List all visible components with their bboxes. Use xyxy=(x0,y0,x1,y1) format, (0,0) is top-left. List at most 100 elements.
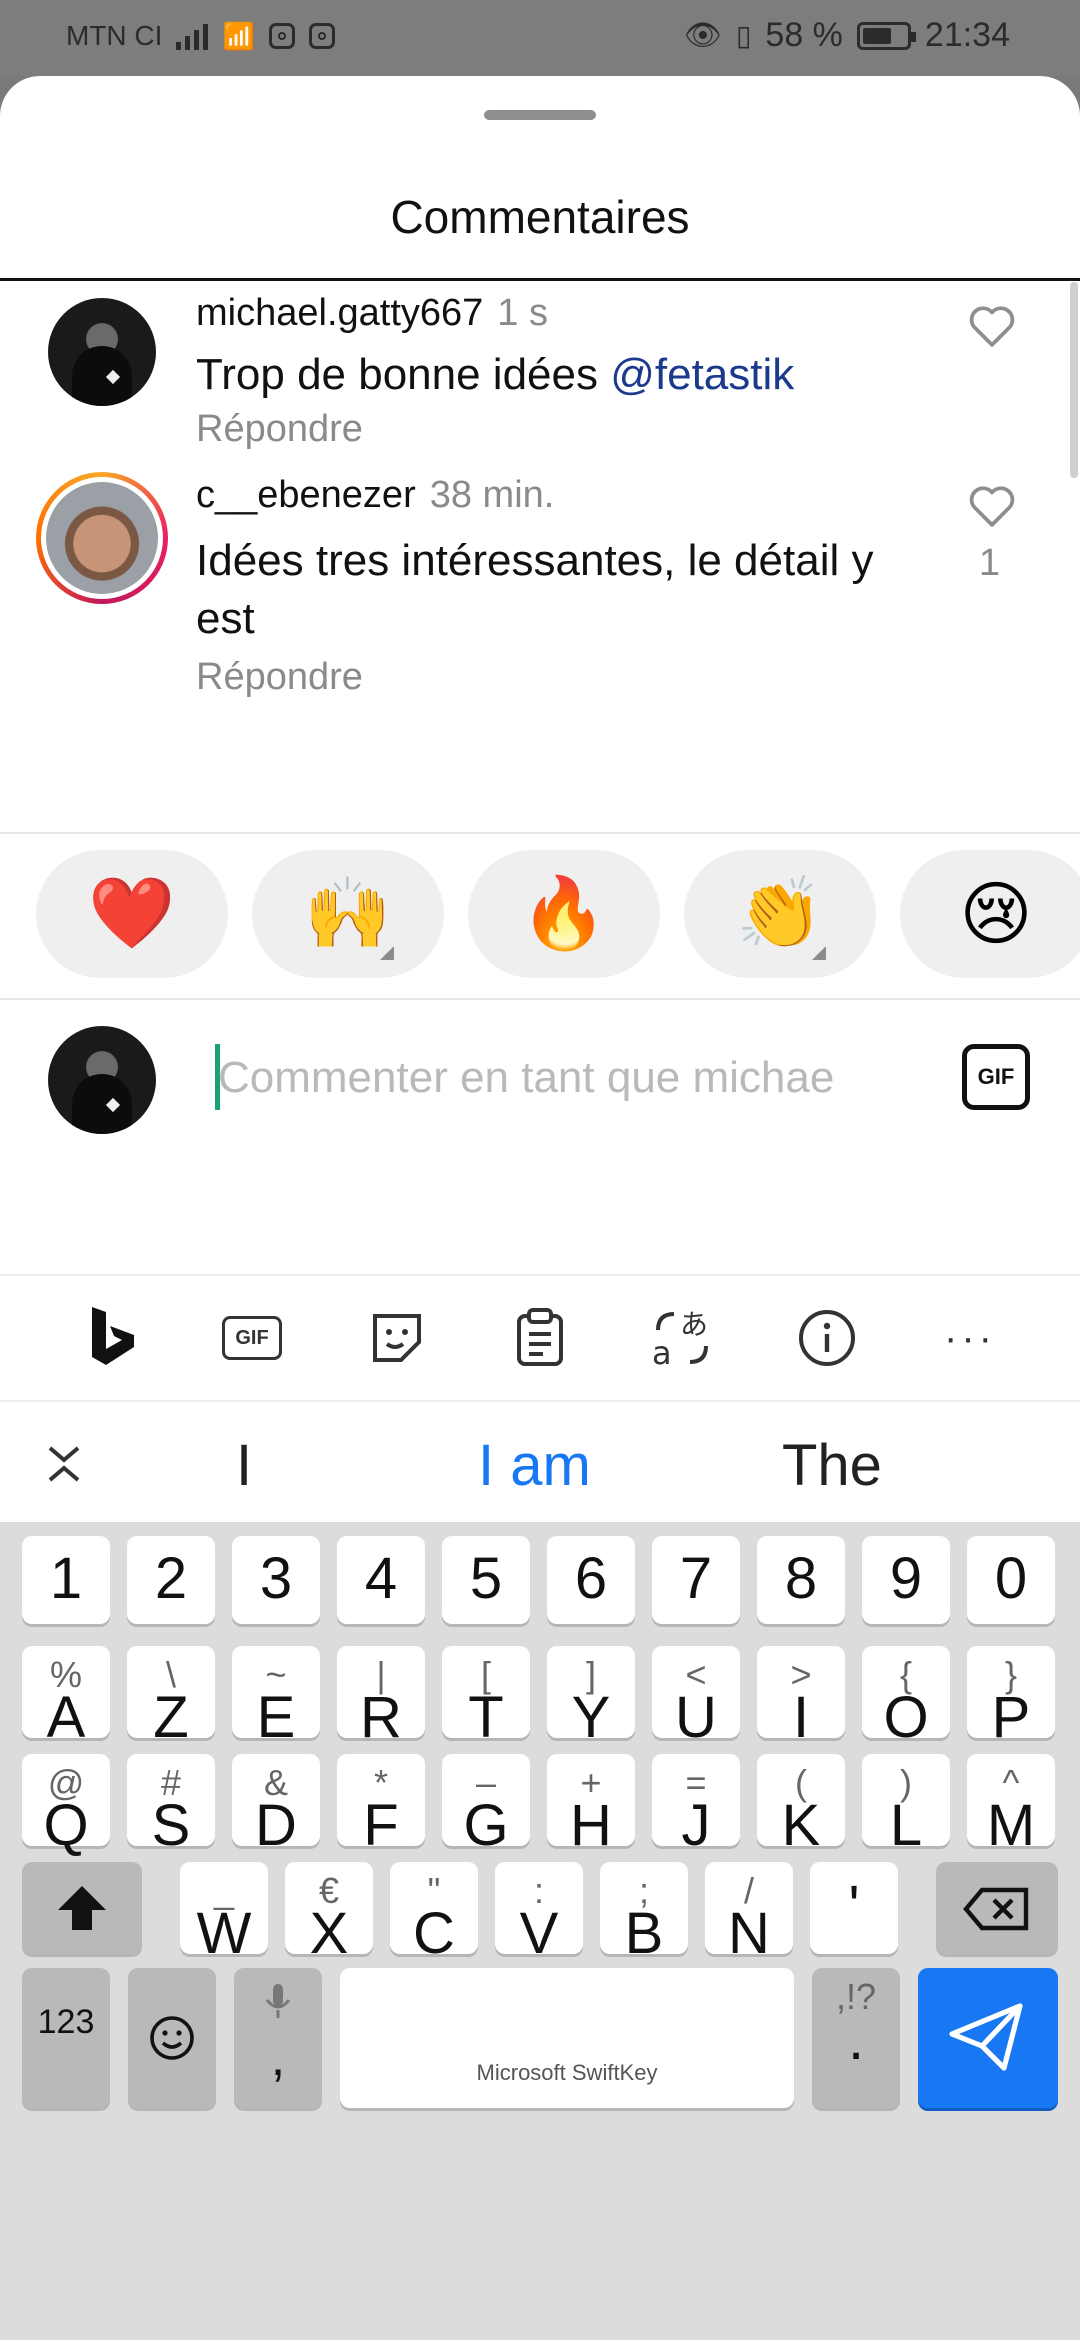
avatar[interactable] xyxy=(36,472,168,604)
comment-username[interactable]: michael.gatty667 xyxy=(196,292,483,334)
comment-username[interactable]: c__ebenezer xyxy=(196,474,416,516)
gif-button[interactable]: GIF xyxy=(962,1044,1030,1110)
key-label: 7 xyxy=(679,1546,713,1611)
key-s[interactable]: # S xyxy=(127,1754,215,1858)
key-label: , xyxy=(270,2029,286,2087)
mention-link[interactable]: @fetastik xyxy=(610,350,794,399)
key-v[interactable]: :V xyxy=(495,1862,583,1966)
key-apostrophe[interactable]: ' xyxy=(810,1862,898,1954)
reaction-cry[interactable]: 😢 xyxy=(900,850,1080,978)
key-label: V xyxy=(519,1901,559,1966)
like-count: 1 xyxy=(978,542,1000,584)
space-bar[interactable]: Microsoft SwiftKey xyxy=(340,1968,794,2108)
key-m[interactable]: ^ M xyxy=(967,1754,1055,1858)
key-5[interactable]: 5 xyxy=(442,1536,530,1624)
reaction-heart[interactable]: ❤️ xyxy=(36,850,228,978)
comment-time: 38 min. xyxy=(429,474,555,516)
key-q[interactable]: @ Q xyxy=(22,1754,110,1858)
key-g[interactable]: – G xyxy=(442,1754,530,1858)
key-p[interactable]: } P xyxy=(967,1646,1055,1750)
key-a[interactable]: % A xyxy=(22,1646,110,1750)
comments-sheet: Commentaires michael.gatty667 1 s Trop de… xyxy=(0,76,1080,1274)
reaction-fire[interactable]: 🔥 xyxy=(468,850,660,978)
suggestion-left[interactable]: I xyxy=(236,1432,252,1499)
clipboard-icon[interactable] xyxy=(508,1306,572,1370)
key-r[interactable]: | R xyxy=(337,1646,425,1750)
comma-key[interactable]: , xyxy=(234,1968,322,2108)
send-key[interactable] xyxy=(918,1968,1058,2108)
instagram-icon xyxy=(308,23,335,49)
divider xyxy=(0,278,1080,281)
key-6[interactable]: 6 xyxy=(547,1536,635,1624)
key-label: ' xyxy=(848,1874,860,1939)
key-o[interactable]: {O xyxy=(862,1646,950,1750)
comment-time: 1 s xyxy=(497,292,548,334)
svg-text:a: a xyxy=(652,1334,672,1370)
key-2[interactable]: 2 xyxy=(127,1536,215,1624)
backspace-key[interactable] xyxy=(936,1862,1058,1954)
key-d[interactable]: & D xyxy=(232,1754,320,1858)
send-icon xyxy=(949,2003,1023,2071)
key-l[interactable]: ) L xyxy=(862,1754,950,1858)
avatar[interactable] xyxy=(48,298,156,406)
shift-icon xyxy=(58,1886,106,1930)
key-4[interactable]: 4 xyxy=(337,1536,425,1624)
drag-handle[interactable] xyxy=(484,110,596,120)
comment-input[interactable] xyxy=(218,1048,918,1108)
collapse-icon[interactable] xyxy=(46,1444,82,1484)
key-0[interactable]: 0 xyxy=(967,1536,1055,1624)
vibrate-icon: ▯ xyxy=(735,20,752,51)
key-w[interactable]: _ W xyxy=(180,1862,268,1966)
key-t[interactable]: [T xyxy=(442,1646,530,1750)
emoji-key[interactable] xyxy=(128,1968,216,2108)
key-z[interactable]: \ Z xyxy=(127,1646,215,1750)
info-icon[interactable] xyxy=(795,1306,859,1370)
key-f[interactable]: * F xyxy=(337,1754,425,1858)
heart-icon[interactable] xyxy=(966,482,1018,528)
scrollbar[interactable] xyxy=(1070,282,1078,478)
reply-button[interactable]: Répondre xyxy=(196,656,363,699)
key-label: S xyxy=(151,1793,191,1858)
key-u[interactable]: < U xyxy=(652,1646,740,1750)
signal-icon xyxy=(176,22,209,50)
key-label: 1 xyxy=(49,1546,83,1611)
key-y[interactable]: ] Y xyxy=(547,1646,635,1750)
more-icon[interactable]: ··· xyxy=(938,1306,1002,1370)
bing-icon[interactable] xyxy=(80,1306,144,1370)
reaction-raised-hands[interactable]: 🙌 xyxy=(252,850,444,978)
reaction-clap[interactable]: 👏 xyxy=(684,850,876,978)
suggestion-center[interactable]: I am xyxy=(478,1432,591,1499)
numbers-key[interactable]: 123 xyxy=(22,1968,110,2108)
key-9[interactable]: 9 xyxy=(862,1536,950,1624)
key-label: 2 xyxy=(154,1546,188,1611)
reply-button[interactable]: Répondre xyxy=(196,408,363,451)
key-i[interactable]: > I xyxy=(757,1646,845,1750)
key-label: F xyxy=(363,1793,399,1858)
key-3[interactable]: 3 xyxy=(232,1536,320,1624)
clock: 21:34 xyxy=(924,16,1010,54)
key-e[interactable]: ~ E xyxy=(232,1646,320,1750)
key-c[interactable]: " C xyxy=(390,1862,478,1966)
key-h[interactable]: + H xyxy=(547,1754,635,1858)
keyboard-toolbar: GIF aあ ··· xyxy=(0,1274,1080,1400)
key-j[interactable]: = J xyxy=(652,1754,740,1858)
battery-icon xyxy=(856,21,916,50)
sticker-icon[interactable] xyxy=(365,1306,429,1370)
suggestion-right[interactable]: The xyxy=(782,1432,882,1499)
shift-key[interactable] xyxy=(22,1862,142,1954)
key-1[interactable]: 1 xyxy=(22,1536,110,1624)
period-key[interactable]: ,!?. xyxy=(812,1968,900,2108)
emoji-icon xyxy=(150,2016,194,2060)
key-label: T xyxy=(468,1685,504,1750)
key-8[interactable]: 8 xyxy=(757,1536,845,1624)
key-x[interactable]: € X xyxy=(285,1862,373,1966)
key-label: L xyxy=(889,1793,923,1858)
status-bar: MTN CI 📶 👁 ▯ 58 % 21:34 xyxy=(0,0,1080,76)
translate-icon[interactable]: aあ xyxy=(650,1306,714,1370)
key-k[interactable]: (K xyxy=(757,1754,845,1858)
key-7[interactable]: 7 xyxy=(652,1536,740,1624)
gif-icon[interactable]: GIF xyxy=(220,1306,284,1370)
heart-icon[interactable] xyxy=(966,302,1018,348)
key-n[interactable]: / N xyxy=(705,1862,793,1966)
key-b[interactable]: ; B xyxy=(600,1862,688,1966)
